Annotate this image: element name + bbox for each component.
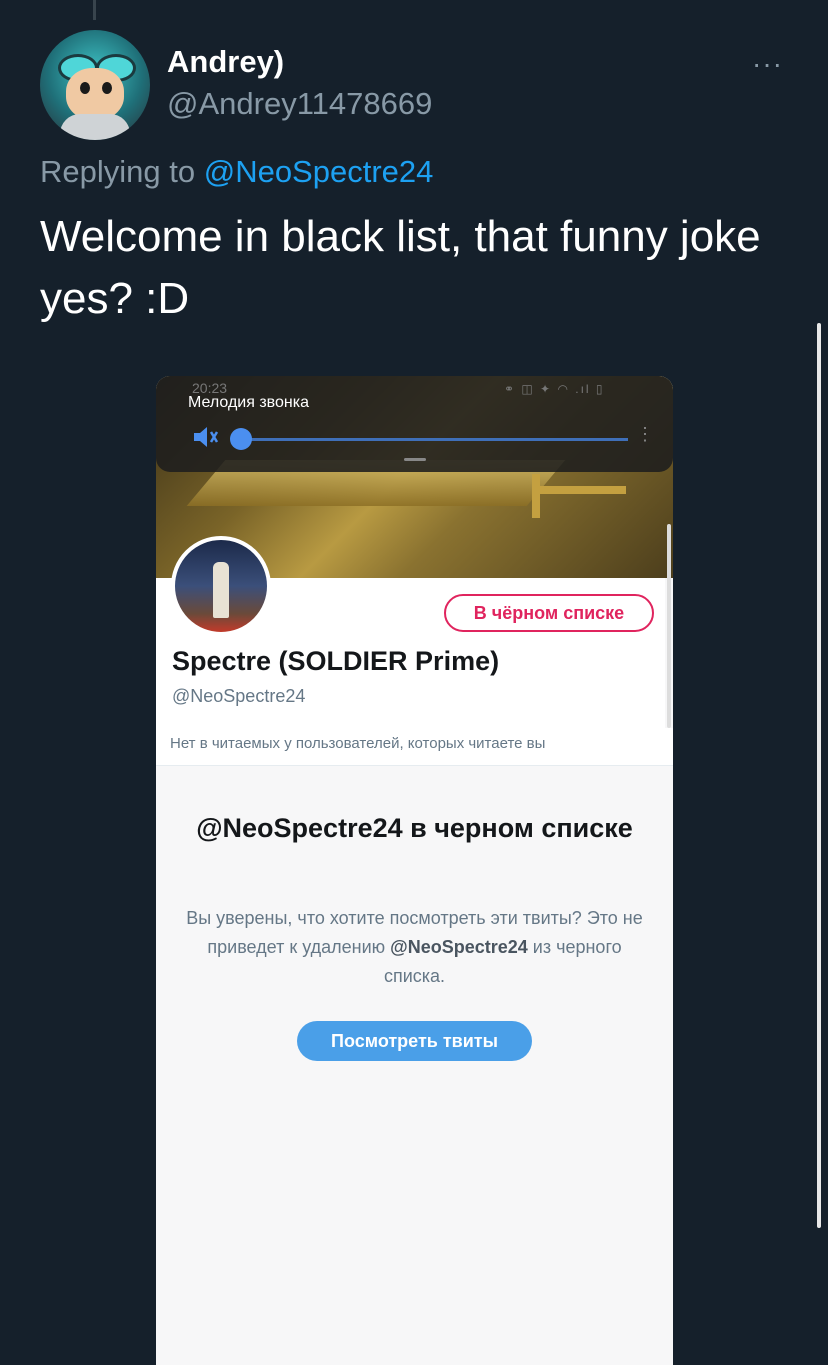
avatar-body	[60, 114, 130, 140]
panel-handle	[404, 458, 426, 461]
tweet-text: Welcome in black list, that funny joke y…	[40, 212, 761, 323]
replying-handle-link[interactable]: @NeoSpectre24	[204, 154, 434, 189]
attached-image[interactable]: 20:23 ⚭ ◫ ✦ ◠ .ıl ▯ Мелодия звонка ⋮ В ч…	[156, 376, 673, 1365]
view-tweets-button: Посмотреть твиты	[297, 1021, 532, 1061]
thread-line	[93, 0, 96, 20]
replying-prefix: Replying to	[40, 154, 196, 189]
profile-name: Spectre (SOLDIER Prime)	[172, 646, 500, 676]
scrollbar[interactable]	[817, 323, 821, 1228]
avatar-eye	[102, 82, 112, 94]
volume-slider-track[interactable]	[234, 438, 628, 441]
notice-body-handle: @NeoSpectre24	[390, 937, 528, 957]
author-name[interactable]: Andrey)	[167, 44, 284, 80]
author-handle[interactable]: @Andrey11478669	[167, 86, 432, 122]
kebab-icon: ⋮	[636, 424, 654, 444]
profile-handle: @NeoSpectre24	[172, 686, 306, 706]
avatar-eye	[80, 82, 90, 94]
volume-slider-thumb[interactable]	[230, 428, 252, 450]
replying-to: Replying to @NeoSpectre24	[40, 154, 433, 190]
profile-avatar	[171, 536, 271, 636]
avatar[interactable]	[40, 30, 150, 140]
status-icons: ⚭ ◫ ✦ ◠ .ıl ▯	[504, 382, 605, 396]
more-icon[interactable]: ···	[752, 50, 788, 78]
notice-title: @NeoSpectre24 в черном списке	[196, 813, 633, 843]
notice-body: Вы уверены, что хотите посмотреть эти тв…	[186, 904, 643, 991]
sword-guard	[532, 474, 540, 518]
volume-panel: 20:23 ⚭ ◫ ✦ ◠ .ıl ▯ Мелодия звонка ⋮	[156, 376, 673, 472]
followers-note: Нет в читаемых у пользователей, которых …	[156, 728, 673, 766]
avatar-figure	[213, 562, 229, 618]
volume-label: Мелодия звонка	[188, 394, 309, 411]
profile-scrollbar	[667, 524, 671, 728]
blocked-button: В чёрном списке	[444, 594, 654, 632]
sword-hilt	[536, 486, 626, 494]
avatar-face	[66, 68, 124, 120]
mute-icon	[192, 424, 220, 450]
